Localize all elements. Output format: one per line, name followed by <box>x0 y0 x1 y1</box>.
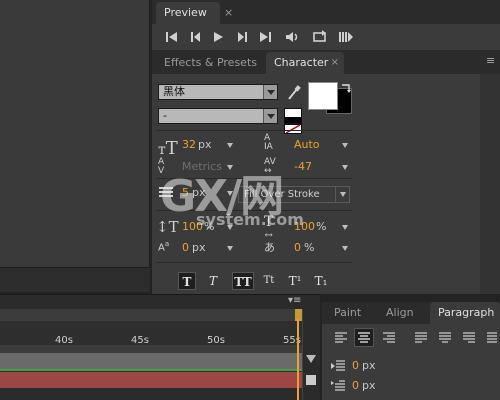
tab-paragraph[interactable]: Paragraph <box>430 302 500 324</box>
all-caps-button[interactable]: TT <box>232 272 254 290</box>
composition-marker-icon[interactable] <box>306 375 316 385</box>
composition-viewer <box>0 0 150 268</box>
tab-preview-label: Preview <box>164 6 207 19</box>
composition-footer <box>0 268 150 292</box>
align-center-button[interactable] <box>354 328 374 347</box>
font-size-icon: тT <box>158 138 178 159</box>
font-size-value[interactable]: 32 <box>182 138 196 151</box>
tsume-value[interactable]: 0 <box>294 241 301 254</box>
align-center-icon <box>358 332 370 343</box>
tracking-value[interactable]: -47 <box>294 160 312 173</box>
layer-bar-gray[interactable] <box>0 353 302 369</box>
chevron-down-icon <box>335 187 349 202</box>
divider <box>156 130 352 131</box>
justify-right-icon[interactable] <box>462 331 476 345</box>
current-time-indicator[interactable] <box>297 319 299 400</box>
font-family-dropdown[interactable]: 黑体 <box>158 84 278 100</box>
play-icon[interactable] <box>210 29 226 45</box>
alignment-buttons <box>330 328 500 347</box>
audio-icon[interactable] <box>284 29 300 45</box>
work-area-bar[interactable] <box>0 309 302 321</box>
tracking-dropdown-icon[interactable] <box>342 165 348 170</box>
chevron-down-icon <box>263 85 277 99</box>
tab-paragraph-label: Paragraph <box>438 306 495 319</box>
preview-panel <box>152 24 500 50</box>
horizontal-scale-unit: % <box>316 220 327 233</box>
indent-left-icon <box>331 360 345 371</box>
time-ruler[interactable]: 40s 45s 50s 55s <box>0 321 302 346</box>
font-family-value: 黑体 <box>163 85 185 98</box>
panel-menu-icon[interactable]: ≡ <box>486 54 495 67</box>
faux-bold-button[interactable]: T <box>178 272 196 290</box>
tab-effects-presets[interactable]: Effects & Presets <box>156 52 264 74</box>
watermark-domain: system.com <box>196 210 304 229</box>
timeline-header: ▾≡ <box>0 295 320 309</box>
indent-first-unit: px <box>362 379 376 392</box>
set-to-white-swatch[interactable] <box>284 108 302 124</box>
align-right-icon[interactable] <box>382 331 396 345</box>
chevron-down-icon <box>263 109 277 123</box>
justify-all-icon[interactable] <box>486 331 498 345</box>
timeline-panel: ▾≡ 40s 45s 50s 55s <box>0 294 320 400</box>
leading-icon: A IA <box>264 133 273 152</box>
tsume-unit: % <box>304 241 315 254</box>
loop-icon[interactable] <box>312 29 328 45</box>
justify-left-icon[interactable] <box>414 331 428 345</box>
indent-left-unit: px <box>362 359 376 372</box>
timeline-zoom-column <box>302 309 320 400</box>
indent-first-line-icon <box>331 380 345 391</box>
first-frame-icon[interactable] <box>164 29 180 45</box>
align-left-icon[interactable] <box>334 331 348 345</box>
baseline-shift-value[interactable]: 0 <box>182 241 189 254</box>
preview-close-icon[interactable]: × <box>224 6 233 19</box>
font-size-unit: px <box>198 138 212 151</box>
tab-paint-label: Paint <box>334 306 362 319</box>
leading-value[interactable]: Auto <box>294 138 320 151</box>
subscript-button[interactable]: T₁ <box>312 272 330 290</box>
timeline-menu-icon[interactable]: ▾≡ <box>288 295 301 306</box>
tab-effects-presets-label: Effects & Presets <box>164 56 257 69</box>
layer-bar-green <box>0 369 302 371</box>
tab-align-label: Align <box>386 306 414 319</box>
preview-tabstrip: Preview × <box>152 0 500 24</box>
horizontal-scale-dropdown-icon[interactable] <box>342 225 348 230</box>
layer-bar-red[interactable] <box>0 372 302 388</box>
font-style-dropdown[interactable]: - <box>158 108 278 124</box>
tab-paint[interactable]: Paint <box>326 302 374 324</box>
character-close-icon[interactable]: × <box>331 52 339 74</box>
tab-preview[interactable]: Preview <box>156 2 220 24</box>
next-frame-icon[interactable] <box>234 29 250 45</box>
font-size-dropdown-icon[interactable] <box>227 143 233 148</box>
superscript-button[interactable]: T¹ <box>286 272 304 290</box>
tsume-icon: あ <box>264 241 275 254</box>
character-tabstrip: Effects & Presets Character × ≡ <box>152 50 500 74</box>
tab-character-label: Character <box>274 56 329 69</box>
baseline-shift-dropdown-icon[interactable] <box>227 246 233 251</box>
previous-frame-icon[interactable] <box>188 29 204 45</box>
panel-gutter <box>480 74 500 294</box>
tab-character[interactable]: Character × <box>266 52 344 74</box>
no-fill-swatch[interactable] <box>284 124 302 134</box>
indent-first-value[interactable]: 0 <box>352 379 359 392</box>
fill-color-swatch[interactable] <box>308 82 338 110</box>
divider <box>156 262 352 263</box>
justify-center-icon[interactable] <box>438 331 452 345</box>
baseline-shift-icon: Aa <box>158 240 170 254</box>
indent-left-value[interactable]: 0 <box>352 359 359 372</box>
tab-align[interactable]: Align <box>378 302 426 324</box>
small-caps-button[interactable]: Tt <box>260 272 278 290</box>
ram-preview-icon[interactable] <box>338 29 354 45</box>
leading-dropdown-icon[interactable] <box>342 143 348 148</box>
last-frame-icon[interactable] <box>257 29 273 45</box>
faux-italic-button[interactable]: T <box>204 272 222 290</box>
text-format-buttons: T T TT Tt T¹ T₁ <box>178 272 338 290</box>
baseline-shift-unit: px <box>192 241 206 254</box>
paragraph-panel: 0 px 0 px <box>322 324 500 400</box>
zoom-marker-icon[interactable] <box>305 353 317 365</box>
swap-colors-icon[interactable] <box>340 82 352 94</box>
font-style-value: - <box>163 109 167 122</box>
tsume-dropdown-icon[interactable] <box>342 246 348 251</box>
paragraph-tabstrip: Paint Align Paragraph <box>322 302 500 324</box>
eyedropper-icon[interactable] <box>286 84 302 102</box>
